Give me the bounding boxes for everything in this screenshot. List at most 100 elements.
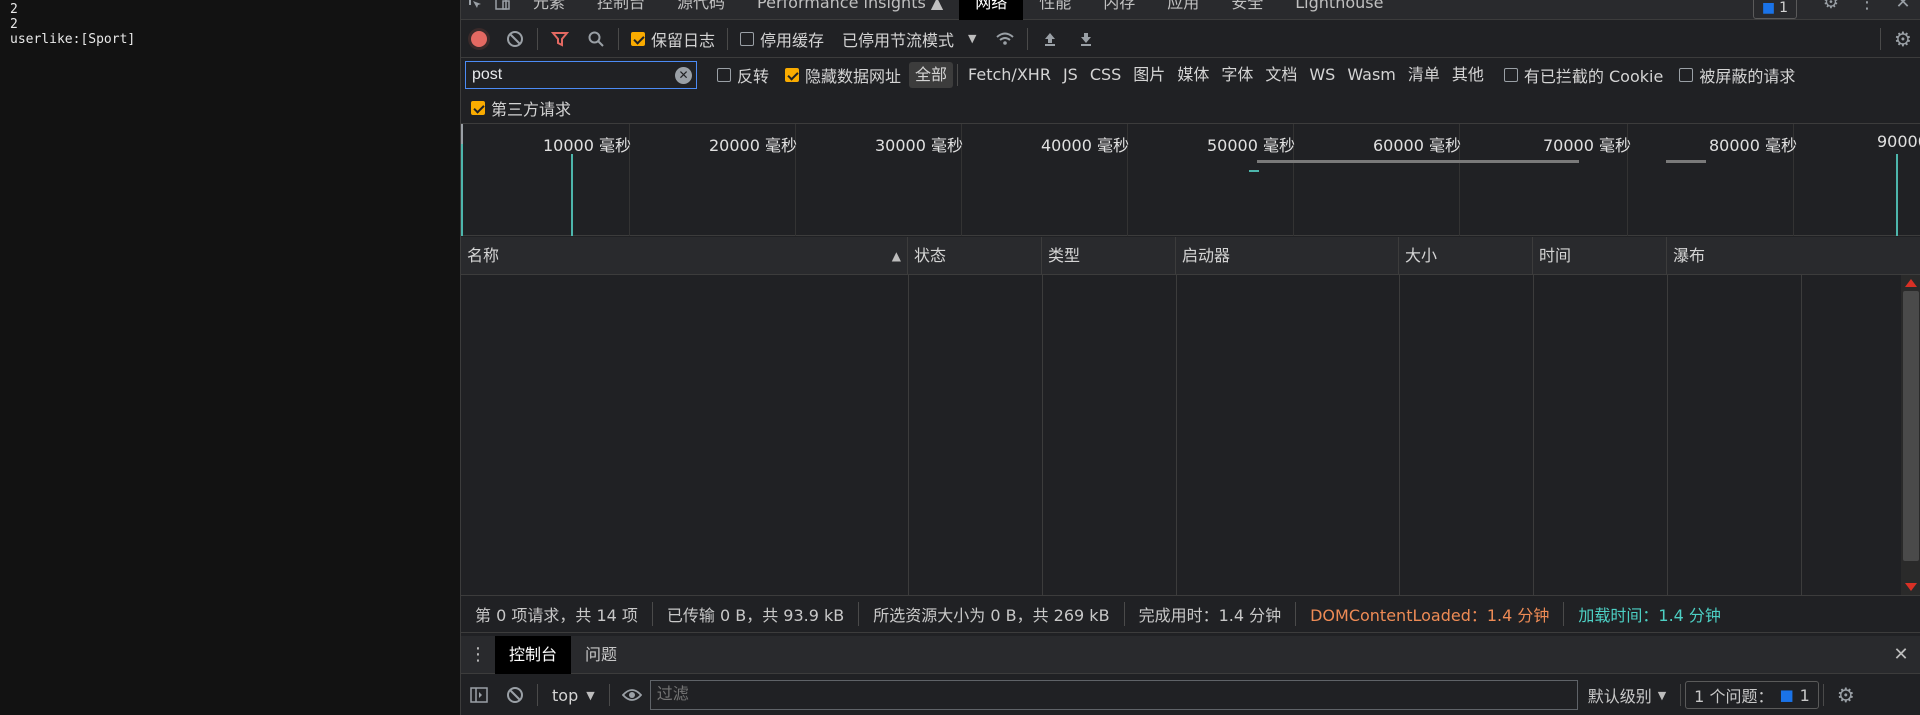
tab-lighthouse[interactable]: Lighthouse	[1279, 0, 1399, 20]
type-filter-img[interactable]: 图片	[1127, 62, 1171, 88]
blocked-requests-checkbox[interactable]: 被屏蔽的请求	[1671, 63, 1803, 87]
drawer-tab-console[interactable]: 控制台	[495, 635, 572, 674]
disable-cache-checkbox[interactable]: 停用缓存	[732, 27, 832, 51]
tab-network[interactable]: 网络	[959, 0, 1024, 20]
checkbox-unchecked	[740, 31, 755, 46]
requests-table-header: 名称 ▲ 状态 类型 启动器 大小 时间 瀑布	[461, 237, 1920, 275]
type-filter-media[interactable]: 媒体	[1171, 62, 1215, 88]
tab-performance[interactable]: 性能	[1023, 0, 1087, 20]
checkbox-unchecked	[1503, 68, 1518, 82]
tab-security[interactable]: 安全	[1215, 0, 1279, 20]
console-issues-count: 1	[1799, 685, 1810, 705]
checkbox-checked	[471, 100, 485, 115]
issues-badge[interactable]: ■ 1	[1753, 0, 1797, 19]
overview-request-bar	[1257, 160, 1579, 163]
tab-elements[interactable]: 元素	[517, 0, 581, 20]
type-filter-ws[interactable]: WS	[1303, 62, 1341, 88]
scrollbar-thumb[interactable]	[1903, 291, 1919, 561]
console-issues-button[interactable]: 1 个问题： ■ 1	[1685, 681, 1819, 709]
page-content: 2 2 userlike:[Sport]	[0, 0, 460, 715]
scroll-up-icon[interactable]	[1905, 279, 1917, 287]
clear-filter-icon[interactable]: ✕	[675, 67, 692, 84]
blocked-requests-label: 被屏蔽的请求	[1699, 67, 1796, 86]
sidebar-toggle-icon	[470, 687, 488, 703]
settings-gear-icon[interactable]: ⚙	[1813, 0, 1849, 20]
type-filter-manifest[interactable]: 清单	[1402, 62, 1446, 88]
drawer-menu-icon[interactable]: ⋮	[461, 644, 495, 665]
tab-performance-insights[interactable]: Performance insights ▲	[741, 0, 959, 20]
throttling-select[interactable]: 已停用节流模式 ▼	[832, 27, 986, 51]
type-filter-other[interactable]: 其他	[1446, 62, 1490, 88]
close-devtools-icon[interactable]: ✕	[1885, 0, 1920, 20]
context-selector[interactable]: top ▼	[542, 686, 605, 705]
console-clear-button[interactable]	[497, 676, 533, 714]
table-scrollbar[interactable]	[1901, 275, 1920, 595]
drawer-tab-issues[interactable]: 问题	[571, 636, 631, 674]
column-header-waterfall[interactable]: 瀑布	[1667, 237, 1920, 275]
network-settings-button[interactable]: ⚙	[1885, 20, 1920, 58]
tab-memory[interactable]: 内存	[1087, 0, 1151, 20]
filter-input[interactable]	[466, 66, 666, 84]
gear-icon: ⚙	[1894, 26, 1912, 51]
invert-checkbox[interactable]: 反转	[709, 63, 777, 87]
clear-icon	[507, 30, 523, 47]
column-header-time[interactable]: 时间	[1533, 237, 1667, 275]
column-header-status[interactable]: 状态	[908, 237, 1042, 275]
column-divider	[1533, 275, 1534, 595]
log-level-selector[interactable]: 默认级别 ▼	[1578, 683, 1676, 707]
column-header-initiator[interactable]: 启动器	[1176, 237, 1399, 275]
type-filter-js[interactable]: JS	[1057, 62, 1084, 88]
close-drawer-icon[interactable]: ✕	[1881, 644, 1920, 665]
tab-application[interactable]: 应用	[1151, 0, 1215, 20]
network-conditions-button[interactable]	[987, 20, 1023, 58]
search-icon	[588, 31, 604, 47]
column-divider	[908, 275, 909, 595]
type-filter-wasm[interactable]: Wasm	[1341, 62, 1402, 88]
column-header-type[interactable]: 类型	[1042, 237, 1176, 275]
live-expression-button[interactable]	[614, 676, 650, 714]
console-filter-input[interactable]	[649, 680, 1578, 710]
column-divider	[1667, 275, 1668, 595]
search-button[interactable]	[578, 20, 614, 58]
console-sidebar-button[interactable]	[461, 676, 497, 714]
checkbox-unchecked	[1679, 68, 1694, 82]
filter-toggle-button[interactable]	[542, 20, 578, 58]
throttling-value: 已停用节流模式	[842, 30, 955, 50]
export-har-button[interactable]	[1068, 20, 1104, 58]
overview-tick-label: 80000 毫秒	[1709, 136, 1797, 155]
type-filter-css[interactable]: CSS	[1084, 62, 1127, 88]
scroll-down-icon[interactable]	[1905, 583, 1917, 591]
overview-tick-label: 10000 毫秒	[543, 136, 631, 155]
record-button[interactable]	[461, 20, 497, 58]
console-toolbar: top ▼ 默认级别 ▼ 1 个问题： ■ 1 ⚙	[461, 675, 1920, 715]
column-header-size[interactable]: 大小	[1399, 237, 1533, 275]
inspect-element-icon[interactable]	[461, 0, 489, 20]
import-har-button[interactable]	[1032, 20, 1068, 58]
console-settings-button[interactable]: ⚙	[1828, 676, 1864, 714]
clear-button[interactable]	[497, 20, 533, 58]
overview-tick-label: 50000 毫秒	[1207, 136, 1295, 155]
chat-icon: ■	[1779, 686, 1794, 704]
third-party-checkbox[interactable]: 第三方请求	[463, 96, 579, 120]
network-overview-timeline[interactable]: 10000 毫秒 20000 毫秒 30000 毫秒 40000 毫秒 5000…	[461, 124, 1920, 236]
blocked-cookies-checkbox[interactable]: 有已拦截的 Cookie	[1496, 63, 1671, 87]
overview-tick-label: 60000 毫秒	[1373, 136, 1461, 155]
hide-data-urls-label: 隐藏数据网址	[805, 67, 902, 86]
preserve-log-checkbox[interactable]: 保留日志	[623, 27, 723, 51]
overview-start-marker	[461, 124, 463, 144]
type-filter-fetch-xhr[interactable]: Fetch/XHR	[962, 62, 1057, 88]
more-options-icon[interactable]: ⋮	[1849, 0, 1885, 20]
devtools-tab-strip: 元素 控制台 源代码 Performance insights ▲ 网络 性能 …	[461, 0, 1920, 20]
network-toolbar: 保留日志 停用缓存 已停用节流模式 ▼ ⚙	[461, 20, 1920, 58]
upload-icon	[1044, 32, 1055, 46]
overview-dcl-line	[571, 154, 573, 236]
column-header-name[interactable]: 名称 ▲	[461, 237, 908, 275]
column-divider	[1176, 275, 1177, 595]
type-filter-font[interactable]: 字体	[1215, 62, 1259, 88]
tab-console[interactable]: 控制台	[581, 0, 661, 20]
device-toolbar-icon[interactable]	[489, 0, 517, 20]
tab-sources[interactable]: 源代码	[661, 0, 741, 20]
type-filter-doc[interactable]: 文档	[1259, 62, 1303, 88]
hide-data-urls-checkbox[interactable]: 隐藏数据网址	[777, 63, 909, 87]
type-filter-all[interactable]: 全部	[909, 62, 954, 88]
